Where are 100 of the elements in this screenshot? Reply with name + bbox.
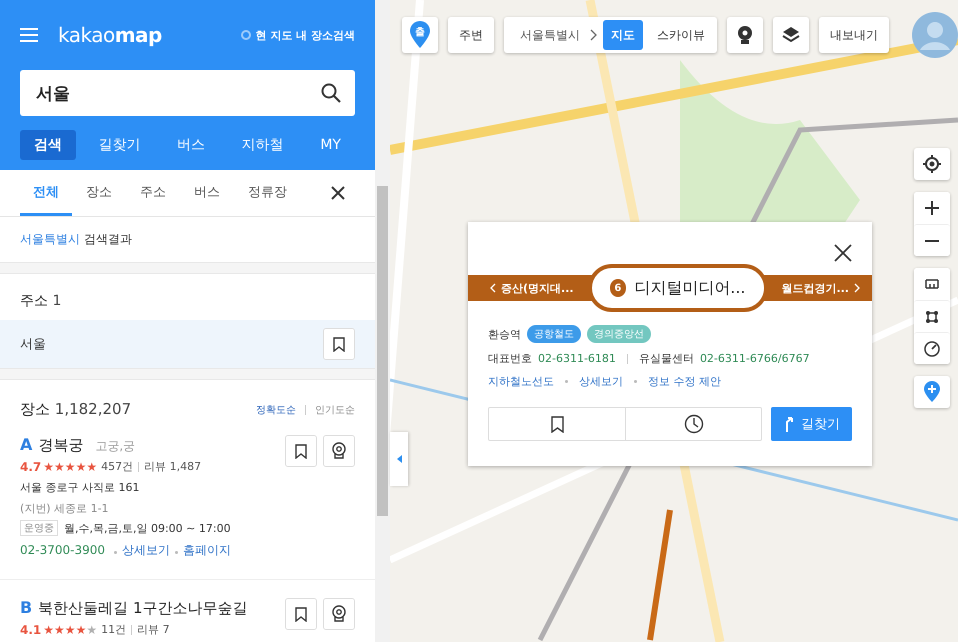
separator-dot [634, 380, 637, 383]
roadview-button[interactable] [727, 17, 763, 53]
lost-found-label: 유실물센터 [638, 351, 694, 366]
distance-button[interactable] [914, 268, 950, 300]
filter-tab[interactable]: 버스 [180, 170, 234, 216]
radius-button[interactable] [914, 332, 950, 364]
directions-button[interactable]: 길찾기 [771, 407, 852, 441]
phone-label: 대표번호 [488, 351, 532, 366]
station-link[interactable]: 상세보기 [579, 374, 623, 389]
sort-option[interactable]: 정확도순 [256, 402, 296, 416]
section-title: 장소 [20, 400, 50, 418]
layers-icon [782, 26, 800, 44]
search-icon[interactable] [321, 83, 341, 103]
sort-option[interactable]: 인기도순 [315, 402, 355, 416]
separator-dot [174, 551, 178, 554]
review-count[interactable]: 리뷰 1,487 [144, 459, 202, 474]
pin-plus-icon [923, 381, 941, 403]
bookmark-icon [295, 444, 307, 458]
area-button[interactable] [914, 300, 950, 332]
nav-tab[interactable]: 버스 [163, 130, 220, 160]
nearby-button[interactable]: 주변 [448, 17, 494, 53]
place-category: 고궁,궁 [95, 438, 136, 455]
filter-tab[interactable]: 장소 [72, 170, 126, 216]
start-pin-button[interactable]: 출 [402, 17, 438, 53]
filter-tab[interactable]: 주소 [126, 170, 180, 216]
chevron-right-icon [590, 29, 597, 41]
scrollbar[interactable] [375, 0, 390, 642]
caret-left-icon [396, 455, 402, 463]
zoom-out-button[interactable] [914, 224, 950, 256]
add-place-button[interactable] [914, 376, 950, 408]
nav-tab[interactable]: 지하철 [228, 130, 298, 160]
bookmark-button[interactable] [285, 598, 317, 630]
review-count[interactable]: 리뷰 7 [137, 622, 170, 637]
result-marker-letter: B [20, 598, 32, 617]
station-link[interactable]: 정보 수정 제안 [648, 374, 721, 389]
lot-address: (지번) 세종로 1-1 [20, 501, 110, 516]
result-marker-letter: A [20, 435, 32, 454]
menu-icon[interactable] [20, 28, 38, 42]
logo[interactable]: kakaomap [58, 23, 162, 47]
camera-icon [737, 25, 753, 45]
star-icon: ★ [64, 460, 76, 474]
station-link[interactable]: 지하철노선도 [488, 374, 554, 389]
scrollbar-thumb[interactable] [377, 186, 388, 516]
star-icon: ★ [76, 622, 86, 636]
nav-tab[interactable]: 검색 [20, 130, 76, 160]
bookmark-button[interactable] [323, 328, 355, 360]
nav-tab[interactable]: 길찾기 [84, 130, 155, 160]
separator-dot [114, 551, 117, 554]
place-link[interactable]: 상세보기 [122, 543, 170, 557]
star-icon: ★ [54, 460, 65, 474]
chevron-left-icon [490, 283, 496, 293]
address-result-row[interactable]: 서울 [0, 320, 375, 368]
phone-number: 02-3700-3900 [20, 543, 106, 557]
previous-station-link[interactable]: 증산(명지대... [490, 280, 574, 296]
close-icon[interactable] [834, 244, 852, 262]
view-mode-tab[interactable]: 스카이뷰 [649, 20, 713, 50]
rating-count[interactable]: 11건 [101, 622, 126, 637]
place-link[interactable]: 홈페이지 [182, 543, 231, 557]
section-count: 1 [52, 293, 62, 309]
separator-line [131, 624, 132, 634]
zoom-in-button[interactable] [914, 192, 950, 224]
local-search-toggle[interactable]: 현 지도 내 장소검색 [240, 28, 355, 42]
bookmark-icon [295, 606, 307, 622]
status-badge: 운영중 [20, 520, 58, 536]
separator-line [138, 462, 140, 472]
address-name: 서울 [20, 336, 46, 353]
polygon-icon [925, 310, 939, 324]
caption-text: 검색결과 [84, 232, 132, 246]
rating-score: 4.1 [20, 622, 42, 636]
separator-line [305, 404, 306, 414]
roadview-button[interactable] [323, 598, 355, 630]
filter-tab[interactable]: 전체 [20, 170, 72, 216]
export-button[interactable]: 내보내기 [819, 17, 889, 53]
region-link[interactable]: 서울특별시 [20, 232, 80, 246]
clock-icon [684, 414, 704, 434]
phone-number: 02-6311-6181 [538, 352, 616, 365]
current-location-button[interactable] [914, 148, 950, 180]
star-icon: ★ [86, 622, 98, 636]
nav-tab[interactable]: MY [306, 130, 355, 160]
next-station-link[interactable]: 월드컵경기... [781, 280, 860, 296]
filter-tab[interactable]: 정류장 [234, 170, 301, 216]
section-title: 주소 [20, 293, 48, 309]
layers-button[interactable] [773, 17, 809, 53]
section-count: 1,182,207 [54, 400, 132, 418]
place-name[interactable]: 경복궁 [38, 436, 84, 455]
station-number-badge: 6 [610, 279, 626, 297]
roadview-button[interactable] [323, 435, 355, 467]
star-icon: ★ [54, 622, 65, 636]
view-mode-tab[interactable]: 지도 [603, 20, 643, 50]
gauge-icon [924, 340, 940, 356]
search-field[interactable]: 서울 [20, 70, 355, 116]
ruler-icon [925, 279, 939, 289]
rating-count[interactable]: 457건 [101, 459, 134, 474]
plus-icon [925, 201, 939, 215]
bookmark-button[interactable] [285, 435, 317, 467]
region-breadcrumb[interactable]: 서울특별시 [520, 26, 580, 44]
camera-icon [332, 605, 346, 623]
close-icon[interactable] [331, 186, 345, 200]
line-badge[interactable]: 공항철도 [527, 325, 581, 343]
place-name[interactable]: 북한산둘레길 1구간소나무숲길 [38, 599, 248, 618]
